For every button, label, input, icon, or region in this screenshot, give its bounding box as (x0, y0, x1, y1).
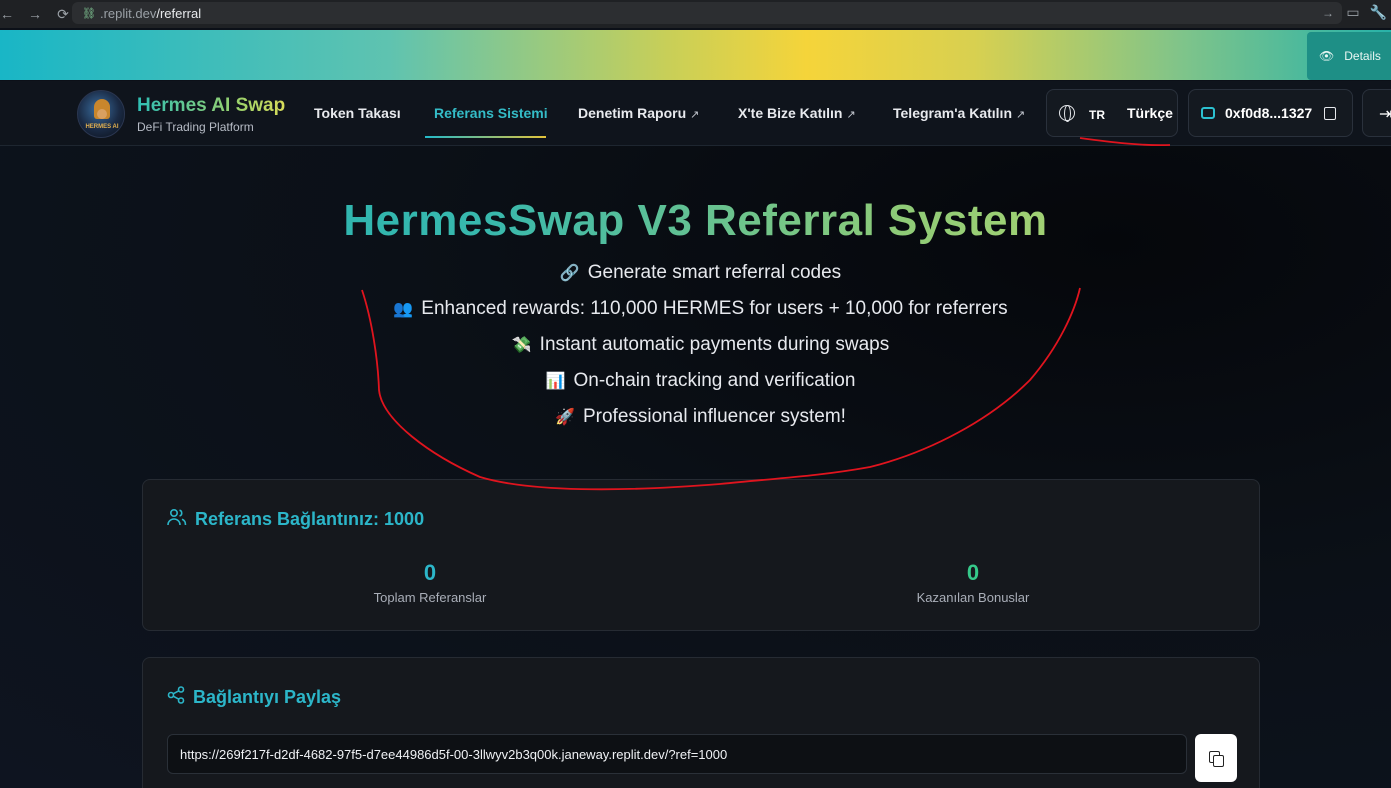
nav-label: Referans Sistemi (434, 105, 548, 121)
card-heading: Bağlantıyı Paylaş (167, 686, 341, 709)
app-header: HERMES AI Hermes AI Swap DeFi Trading Pl… (0, 81, 1391, 146)
brand-subtitle: DeFi Trading Platform (137, 120, 254, 134)
logout-button[interactable]: ⇥ (1362, 89, 1391, 137)
total-referrals-value: 0 (423, 560, 437, 585)
nav-join-telegram[interactable]: Telegram'a Katılın ↗ (893, 105, 1025, 121)
total-referrals-stat: 0 Toplam Referanslar (310, 560, 550, 605)
nav-label: Telegram'a Katılın (893, 105, 1012, 121)
browser-toolbar: ← → ⟳ ⛓ .replit.dev /referral → ▭ 🔧 (0, 0, 1391, 28)
feature-text: On-chain tracking and verification (573, 370, 856, 391)
logo-face (97, 109, 107, 119)
wallet-icon (1201, 107, 1215, 119)
share-icon (167, 686, 185, 709)
nav-token-swap[interactable]: Token Takası (314, 105, 401, 121)
address-bar[interactable]: ⛓ .replit.dev /referral → (72, 2, 1342, 24)
feature-item: 👥 Enhanced rewards: 110,000 HERMES for us… (0, 298, 1391, 334)
eye-icon: 👁 (1319, 49, 1335, 63)
referral-link-title: Referans Bağlantınız: 1000 (195, 509, 425, 529)
earned-bonuses-label: Kazanılan Bonuslar (916, 590, 1030, 605)
copy-link-button[interactable] (1195, 734, 1237, 782)
referral-stats-card: Referans Bağlantınız: 1000 0 Toplam Refe… (142, 479, 1260, 631)
chart-icon: 📊 (545, 373, 566, 390)
globe-icon (1059, 105, 1075, 122)
feature-text: Professional influencer system! (582, 406, 846, 427)
external-link-icon: ↗ (846, 109, 856, 121)
back-icon[interactable]: ← (0, 3, 18, 25)
nav-join-x[interactable]: X'te Bize Katılın ↗ (738, 105, 856, 121)
users-icon: 👥 (393, 301, 414, 318)
monitor-icon[interactable]: ▭ (1346, 4, 1359, 21)
nav-label: Token Takası (314, 105, 401, 121)
go-arrow-icon[interactable]: → (1322, 6, 1334, 20)
logout-icon: ⇥ (1379, 106, 1391, 123)
feature-item: 🚀 Professional influencer system! (0, 406, 1391, 442)
referral-link-input[interactable]: https://269f217f-d2df-4682-97f5-d7ee4498… (167, 734, 1187, 774)
wallet-button[interactable]: 0xf0d8...1327 (1188, 89, 1353, 137)
feature-item: 🔗 Generate smart referral codes (0, 262, 1391, 298)
nav-referral-system[interactable]: Referans Sistemi (434, 105, 548, 121)
copy-icon[interactable] (1324, 106, 1337, 120)
card-heading: Referans Bağlantınız: 1000 (167, 508, 424, 531)
forward-icon[interactable]: → (24, 3, 46, 25)
active-tab-indicator (425, 136, 546, 138)
wallet-address: 0xf0d8...1327 (1225, 105, 1313, 121)
page-title: HermesSwap V3 Referral System (0, 196, 1391, 246)
wrench-icon[interactable]: 🔧 (1370, 4, 1387, 21)
rocket-icon: 🚀 (555, 409, 575, 426)
external-link-icon: ↗ (690, 109, 700, 121)
total-referrals-label: Toplam Referanslar (373, 590, 487, 605)
feature-text: Generate smart referral codes (587, 262, 842, 283)
url-path: /referral (156, 5, 202, 21)
share-title: Bağlantıyı Paylaş (193, 687, 342, 707)
language-selector[interactable]: TR Türkçe (1046, 89, 1178, 137)
earned-bonuses-value: 0 (966, 560, 980, 585)
link-icon: ⛓ (82, 7, 96, 20)
feature-text: Instant automatic payments during swaps (539, 334, 890, 355)
hermes-logo[interactable]: HERMES AI (77, 90, 125, 138)
nav-audit-report[interactable]: Denetim Raporu ↗ (578, 105, 699, 121)
nav-label: Denetim Raporu (578, 105, 687, 121)
details-button[interactable]: 👁 Details (1307, 32, 1391, 80)
external-link-icon: ↗ (1016, 109, 1026, 121)
feature-list: 🔗 Generate smart referral codes 👥 Enhanced… (0, 262, 1391, 442)
feature-item: 💸 Instant automatic payments during swaps (0, 334, 1391, 370)
earned-bonuses-stat: 0 Kazanılan Bonuslar (853, 560, 1093, 605)
main-content: HermesSwap V3 Referral System 🔗 Generate … (0, 146, 1391, 788)
money-icon: 💸 (511, 337, 532, 354)
url-domain: .replit.dev (99, 5, 157, 21)
browser-actions: ▭ 🔧 (1346, 4, 1387, 21)
nav-label: X'te Bize Katılın (738, 105, 843, 121)
details-label: Details (1344, 49, 1381, 63)
language-code: TR (1089, 108, 1105, 122)
language-name: Türkçe (1127, 105, 1173, 121)
brand: Hermes AI Swap DeFi Trading Platform (137, 95, 285, 134)
feature-text: Enhanced rewards: 110,000 HERMES for use… (421, 298, 1008, 319)
feature-item: 📊 On-chain tracking and verification (0, 370, 1391, 406)
users-icon (167, 508, 187, 531)
link-icon: 🔗 (559, 265, 580, 282)
reload-icon[interactable]: ⟳ (52, 3, 74, 25)
replit-banner (0, 30, 1391, 80)
copy-icon (1213, 755, 1224, 767)
share-link-card: Bağlantıyı Paylaş https://269f217f-d2df-… (142, 657, 1260, 788)
logo-text: HERMES AI (85, 124, 119, 130)
brand-title: Hermes AI Swap (137, 95, 286, 116)
